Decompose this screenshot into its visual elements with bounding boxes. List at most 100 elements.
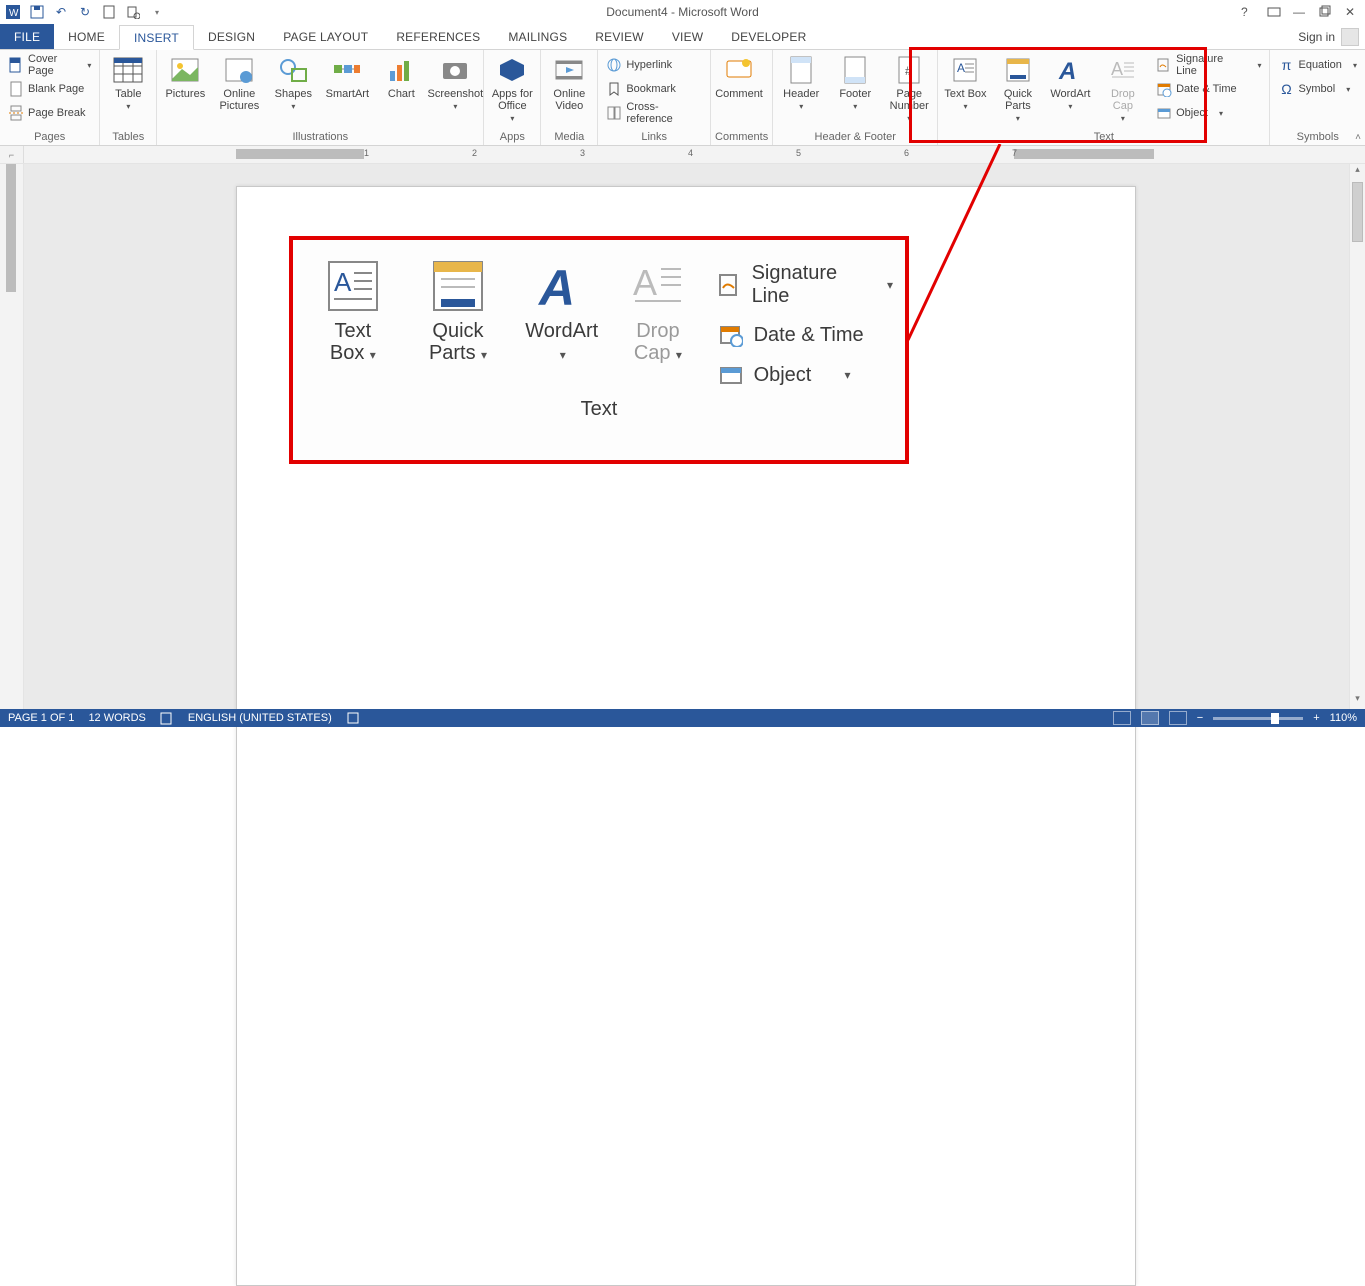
horizontal-ruler: ⌐ 1234567 xyxy=(0,146,1365,164)
group-label-symbols: Symbols xyxy=(1274,131,1361,145)
callout-date-time-icon xyxy=(718,322,744,348)
zoom-level[interactable]: 110% xyxy=(1330,712,1357,724)
online-pictures-icon xyxy=(223,54,255,86)
redo-icon[interactable]: ↻ xyxy=(78,5,92,19)
svg-text:A: A xyxy=(537,260,575,313)
online-pictures-button[interactable]: Online Pictures xyxy=(215,52,263,112)
apps-for-office-button[interactable]: Apps for Office▾ xyxy=(488,52,536,125)
quick-parts-icon xyxy=(1002,54,1034,86)
group-text: AText Box▾ Quick Parts▾ AWordArt▾ ADrop … xyxy=(938,50,1270,145)
object-button[interactable]: Object ▾ xyxy=(1152,102,1265,124)
page-break-button[interactable]: Page Break xyxy=(4,102,95,124)
tab-view[interactable]: VIEW xyxy=(658,24,717,49)
status-proofing-icon[interactable] xyxy=(160,711,174,725)
tab-mailings[interactable]: MAILINGS xyxy=(494,24,581,49)
comment-icon xyxy=(723,54,755,86)
group-label-tables: Tables xyxy=(104,131,152,145)
group-media: Online Video Media xyxy=(541,50,598,145)
workspace: A Text Box ▾ Quick Parts ▾ A WordArt▾ A … xyxy=(0,164,1365,709)
screenshot-icon xyxy=(439,54,471,86)
shapes-button[interactable]: Shapes▾ xyxy=(269,52,317,113)
close-icon[interactable]: ✕ xyxy=(1345,5,1359,19)
save-icon[interactable] xyxy=(30,5,44,19)
group-links: Hyperlink Bookmark Cross-reference Links xyxy=(598,50,711,145)
group-label-header-footer: Header & Footer xyxy=(777,131,933,145)
collapse-ribbon-icon[interactable]: ˄ xyxy=(1355,132,1361,143)
group-label-comments: Comments xyxy=(715,131,768,145)
view-read-mode-icon[interactable] xyxy=(1113,711,1131,725)
zoom-slider[interactable] xyxy=(1213,717,1303,720)
sign-in-label: Sign in xyxy=(1298,30,1335,44)
view-web-layout-icon[interactable] xyxy=(1169,711,1187,725)
qat-dropdown-icon[interactable]: ▾ xyxy=(150,5,164,19)
undo-icon[interactable]: ↶ xyxy=(54,5,68,19)
group-symbols: πEquation ▾ ΩSymbol ▾ Symbols xyxy=(1270,50,1365,145)
page-number-icon: # xyxy=(893,54,925,86)
word-icon: W xyxy=(6,5,20,19)
svg-text:#: # xyxy=(905,64,912,78)
quick-parts-button[interactable]: Quick Parts▾ xyxy=(995,52,1041,125)
tab-references[interactable]: REFERENCES xyxy=(382,24,494,49)
zoom-in-icon[interactable]: + xyxy=(1313,712,1319,724)
equation-button[interactable]: πEquation ▾ xyxy=(1274,54,1361,76)
scroll-up-icon[interactable]: ▴ xyxy=(1350,164,1365,180)
wordart-button[interactable]: AWordArt▾ xyxy=(1047,52,1093,113)
cross-reference-button[interactable]: Cross-reference xyxy=(602,102,706,124)
cover-page-button[interactable]: Cover Page▾ xyxy=(4,54,95,76)
zoom-out-icon[interactable]: − xyxy=(1197,712,1203,724)
tab-design[interactable]: DESIGN xyxy=(194,24,269,49)
status-macro-icon[interactable] xyxy=(346,711,360,725)
tab-insert[interactable]: INSERT xyxy=(119,25,194,50)
view-print-layout-icon[interactable] xyxy=(1141,711,1159,725)
status-language[interactable]: ENGLISH (UNITED STATES) xyxy=(188,712,332,724)
callout-signature-icon xyxy=(718,272,742,298)
blank-page-button[interactable]: Blank Page xyxy=(4,78,95,100)
hyperlink-button[interactable]: Hyperlink xyxy=(602,54,706,76)
page-number-button[interactable]: #Page Number▾ xyxy=(885,52,933,125)
bookmark-button[interactable]: Bookmark xyxy=(602,78,706,100)
callout-date-time: Date & Time xyxy=(718,322,893,348)
comment-button[interactable]: Comment xyxy=(715,52,763,100)
group-comments: Comment Comments xyxy=(711,50,773,145)
chart-button[interactable]: Chart xyxy=(377,52,425,100)
footer-button[interactable]: Footer▾ xyxy=(831,52,879,113)
signature-line-button[interactable]: Signature Line ▾ xyxy=(1152,54,1265,76)
status-page[interactable]: PAGE 1 OF 1 xyxy=(8,712,74,724)
tab-home[interactable]: HOME xyxy=(54,24,119,49)
symbol-button[interactable]: ΩSymbol ▾ xyxy=(1274,78,1361,100)
smartart-button[interactable]: SmartArt xyxy=(323,52,371,100)
object-icon xyxy=(1156,105,1172,121)
restore-icon[interactable] xyxy=(1319,5,1333,19)
hyperlink-icon xyxy=(606,57,622,73)
callout-object-icon xyxy=(718,362,744,388)
group-label-links: Links xyxy=(602,131,706,145)
tab-page-layout[interactable]: PAGE LAYOUT xyxy=(269,24,382,49)
minimize-icon[interactable]: — xyxy=(1293,5,1307,19)
text-box-button[interactable]: AText Box▾ xyxy=(942,52,988,113)
scroll-thumb[interactable] xyxy=(1352,182,1363,242)
tab-review[interactable]: REVIEW xyxy=(581,24,658,49)
touch-mode-icon[interactable] xyxy=(102,5,116,19)
screenshot-button[interactable]: Screenshot▾ xyxy=(431,52,479,113)
sign-in[interactable]: Sign in xyxy=(1298,24,1359,49)
tab-file[interactable]: FILE xyxy=(0,24,54,49)
vertical-scrollbar[interactable]: ▴ ▾ xyxy=(1349,164,1365,709)
pictures-button[interactable]: Pictures xyxy=(161,52,209,100)
header-button[interactable]: Header▾ xyxy=(777,52,825,113)
date-time-button[interactable]: Date & Time xyxy=(1152,78,1265,100)
group-pages: Cover Page▾ Blank Page Page Break Pages xyxy=(0,50,100,145)
ribbon-options-icon[interactable] xyxy=(1267,5,1281,19)
cover-page-icon xyxy=(8,57,24,73)
print-preview-icon[interactable] xyxy=(126,5,140,19)
scroll-down-icon[interactable]: ▾ xyxy=(1350,693,1365,709)
help-icon[interactable]: ? xyxy=(1241,5,1255,19)
header-icon xyxy=(785,54,817,86)
drop-cap-button[interactable]: ADrop Cap▾ xyxy=(1100,52,1146,125)
online-video-button[interactable]: Online Video xyxy=(545,52,593,112)
tab-developer[interactable]: DEVELOPER xyxy=(717,24,820,49)
avatar-placeholder-icon xyxy=(1341,28,1359,46)
table-button[interactable]: Table▾ xyxy=(104,52,152,113)
equation-icon: π xyxy=(1278,57,1294,73)
status-words[interactable]: 12 WORDS xyxy=(88,712,145,724)
zoom-slider-knob[interactable] xyxy=(1271,713,1279,724)
